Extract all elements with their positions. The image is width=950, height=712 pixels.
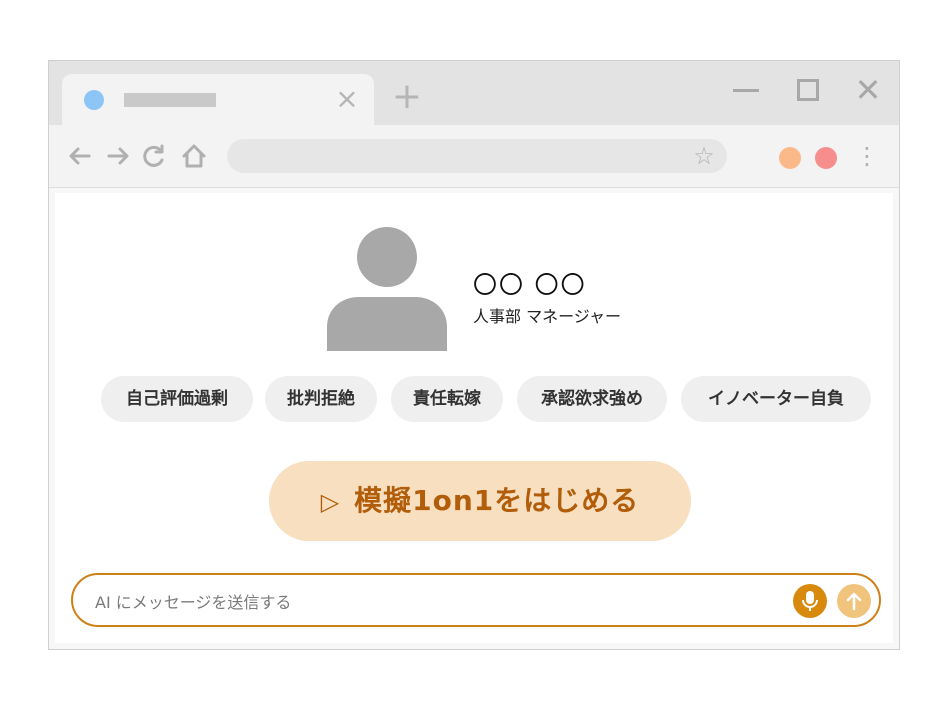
extension-icon[interactable] [779,147,801,169]
tag-chip[interactable]: 自己評価過剰 [101,376,253,422]
browser-tab[interactable]: × [62,74,374,125]
reload-icon[interactable] [139,141,169,171]
start-1on1-label: 模擬1on1をはじめる [354,484,640,517]
forward-arrow-icon[interactable] [103,141,133,171]
avatar [327,223,447,351]
back-arrow-icon[interactable] [65,141,95,171]
minimize-icon[interactable] [729,73,763,107]
address-bar[interactable]: ☆ [227,139,727,173]
title-bar: × + ✕ [49,61,899,125]
menu-kebab-icon[interactable]: ⋮ [855,141,879,171]
chat-input[interactable] [93,587,757,617]
profile-name: 〇〇 〇〇 [473,271,587,299]
bookmark-star-icon[interactable]: ☆ [691,143,717,169]
new-tab-icon[interactable]: + [389,79,425,115]
chat-input-container [71,573,881,627]
tab-title-placeholder [124,93,216,107]
tab-close-icon[interactable]: × [332,84,362,114]
play-icon: ▷ [320,488,341,516]
browser-toolbar: ☆ ⋮ [49,125,899,188]
favicon-icon [84,90,104,110]
microphone-icon [802,591,818,611]
browser-window: × + ✕ ☆ ⋮ 〇〇 〇〇 人事部 マネージャー 自己評価過剰 批判拒絶 責… [48,60,900,650]
window-close-icon[interactable]: ✕ [851,73,885,107]
tag-chip[interactable]: 批判拒絶 [265,376,377,422]
extension-icon[interactable] [815,147,837,169]
microphone-button[interactable] [793,584,827,618]
send-button[interactable] [837,584,871,618]
tag-chip[interactable]: 責任転嫁 [391,376,503,422]
maximize-icon[interactable] [791,73,825,107]
arrow-up-icon [846,592,862,611]
start-1on1-button[interactable]: ▷ 模擬1on1をはじめる [269,461,691,541]
tag-chip[interactable]: イノベーター自負 [681,376,871,422]
page-content: 〇〇 〇〇 人事部 マネージャー 自己評価過剰 批判拒絶 責任転嫁 承認欲求強め… [55,193,893,643]
profile-role: 人事部 マネージャー [473,307,621,326]
home-icon[interactable] [179,141,209,171]
tag-chip[interactable]: 承認欲求強め [517,376,667,422]
